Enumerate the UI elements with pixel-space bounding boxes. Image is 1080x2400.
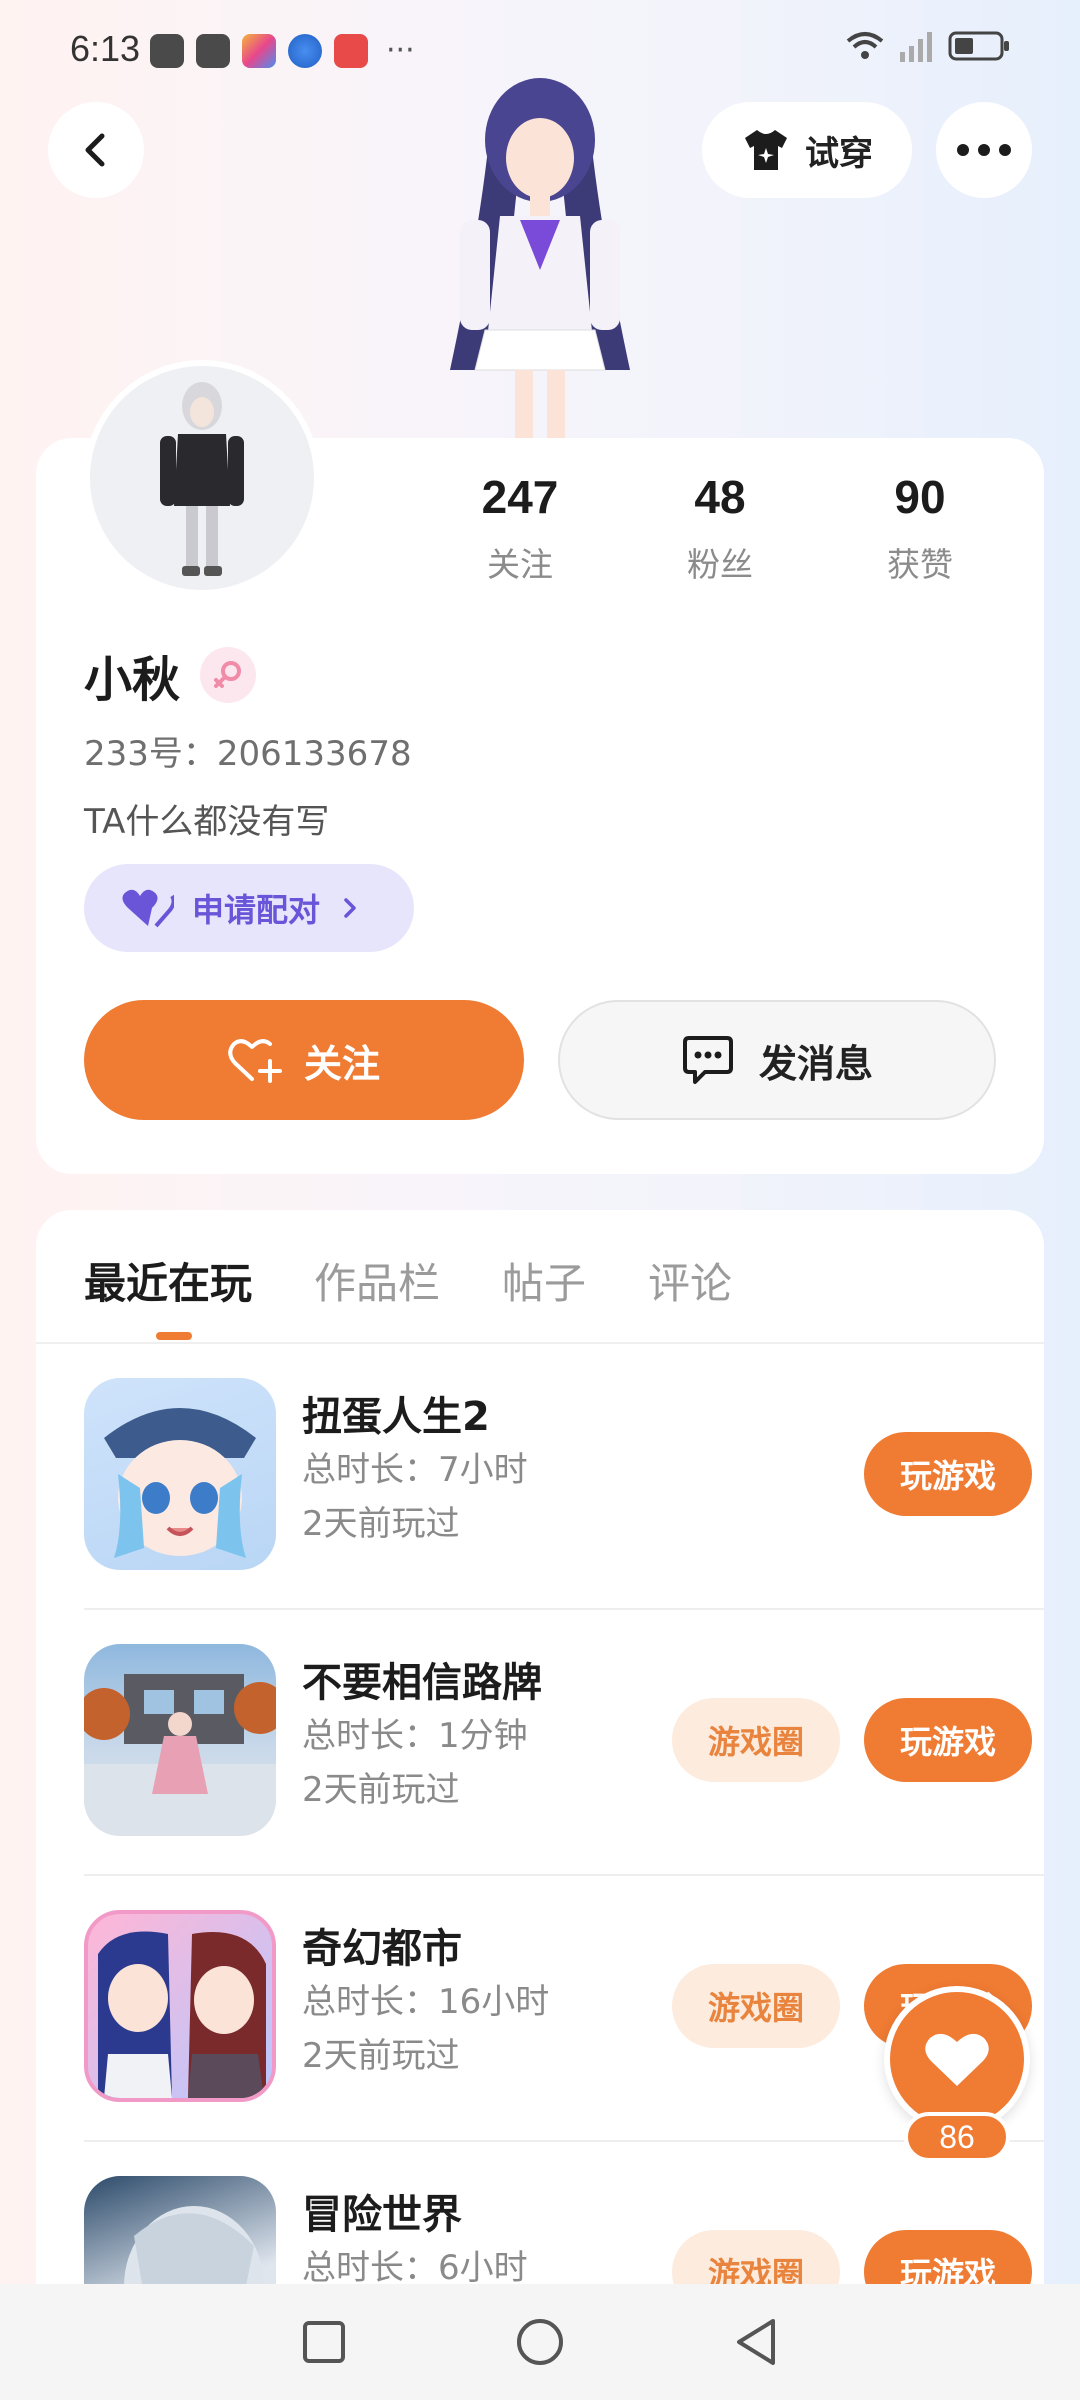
- more-options-button[interactable]: [936, 102, 1032, 198]
- back-button[interactable]: [48, 102, 144, 198]
- tab-comments[interactable]: 评论: [648, 1250, 732, 1311]
- game-name: 不要相信路牌: [302, 1660, 542, 1706]
- stat-label: 获赞: [887, 545, 953, 584]
- game-total-time: 总时长：6小时: [302, 2248, 528, 2288]
- game-icon[interactable]: [84, 1644, 276, 1836]
- game-name: 奇幻都市: [302, 1926, 462, 1972]
- follow-label: 关注: [303, 1041, 380, 1086]
- avatar-3d-figure: [390, 70, 690, 440]
- stat-value: 247: [481, 471, 559, 523]
- profile-tabs: 最近在玩 作品栏 帖子 评论: [84, 1250, 732, 1311]
- status-app-icons: ···: [150, 34, 415, 68]
- game-icon[interactable]: [84, 2176, 276, 2290]
- double-heart-icon: [122, 889, 174, 928]
- wifi-icon: [846, 32, 884, 59]
- stat-value: 48: [694, 471, 746, 523]
- female-gender-icon: [200, 647, 257, 703]
- chat-bubble-icon: [682, 1036, 733, 1084]
- active-tab-indicator: [156, 1332, 192, 1340]
- signal-icon: [900, 32, 932, 62]
- app-notification-icon: [196, 34, 230, 68]
- heart-plus-icon: [228, 1039, 282, 1083]
- game-icon[interactable]: [84, 1378, 276, 1570]
- status-more-icon: ···: [386, 33, 415, 68]
- system-nav-bar: [0, 2284, 1080, 2400]
- game-total-time: 总时长：16小时: [302, 1982, 550, 2022]
- status-indicators: [846, 30, 1010, 62]
- user-name: 小秋: [84, 652, 181, 708]
- recent-apps-icon[interactable]: [301, 2319, 347, 2365]
- send-message-button[interactable]: 发消息: [558, 1000, 996, 1120]
- game-last-played: 2天前玩过: [302, 1504, 460, 1544]
- game-circle-button[interactable]: 游戏圈: [672, 1964, 840, 2048]
- game-icon[interactable]: [84, 1910, 276, 2102]
- request-pair-button[interactable]: 申请配对: [84, 864, 414, 952]
- try-on-button[interactable]: 试穿: [702, 102, 912, 198]
- more-dots-icon: [957, 144, 1011, 156]
- tab-works[interactable]: 作品栏: [314, 1250, 440, 1311]
- play-game-button[interactable]: 玩游戏: [864, 1432, 1032, 1516]
- app-notification-icon: [150, 34, 184, 68]
- name-row: 小秋: [84, 640, 257, 710]
- game-row[interactable]: 不要相信路牌 总时长：1分钟 2天前玩过 游戏圈 玩游戏: [84, 1610, 1044, 1876]
- app-notification-icon: [288, 34, 322, 68]
- battery-icon: [948, 31, 1009, 61]
- game-circle-button[interactable]: 游戏圈: [672, 1698, 840, 1782]
- send-message-label: 发消息: [758, 1041, 873, 1086]
- activity-card: 最近在玩 作品栏 帖子 评论 扭蛋人生2 总时长：7小时 2天前玩过 玩游戏 不…: [36, 1210, 1044, 2290]
- stat-label: 粉丝: [687, 545, 753, 584]
- chevron-right-icon: [344, 898, 356, 918]
- tab-posts[interactable]: 帖子: [502, 1250, 586, 1311]
- chevron-left-icon: [85, 133, 105, 167]
- game-name: 冒险世界: [302, 2192, 462, 2238]
- profile-stats: 247 关注 48 粉丝 90 获赞: [420, 470, 1020, 586]
- tshirt-icon: [745, 130, 787, 170]
- like-floating-button[interactable]: [884, 1986, 1030, 2132]
- request-pair-label: 申请配对: [192, 891, 321, 929]
- stat-value: 90: [894, 471, 946, 523]
- like-count: 86: [904, 2112, 1010, 2162]
- stat-followers[interactable]: 48 粉丝: [620, 470, 820, 586]
- game-name: 扭蛋人生2: [302, 1394, 490, 1440]
- back-nav-icon[interactable]: [733, 2317, 779, 2367]
- app-notification-icon: [242, 34, 276, 68]
- game-last-played: 2天前玩过: [302, 1770, 460, 1810]
- stat-label: 关注: [487, 545, 553, 584]
- user-bio: TA什么都没有写: [84, 802, 330, 842]
- game-total-time: 总时长：7小时: [302, 1450, 528, 1490]
- game-row[interactable]: 扭蛋人生2 总时长：7小时 2天前玩过 玩游戏: [84, 1344, 1044, 1610]
- tab-recently-played[interactable]: 最近在玩: [84, 1250, 252, 1311]
- stat-likes[interactable]: 90 获赞: [820, 470, 1020, 586]
- app-notification-icon: [334, 34, 368, 68]
- game-last-played: 2天前玩过: [302, 2036, 460, 2076]
- home-icon[interactable]: [515, 2317, 565, 2367]
- game-row[interactable]: 冒险世界 总时长：6小时 游戏圈 玩游戏: [84, 2142, 1044, 2290]
- stat-following[interactable]: 247 关注: [420, 470, 620, 586]
- avatar[interactable]: [84, 360, 320, 596]
- status-time: 6:13: [70, 28, 141, 69]
- game-total-time: 总时长：1分钟: [302, 1716, 528, 1756]
- user-id: 233号：206133678: [84, 734, 412, 774]
- follow-button[interactable]: 关注: [84, 1000, 524, 1120]
- play-game-button[interactable]: 玩游戏: [864, 2230, 1032, 2290]
- game-circle-button[interactable]: 游戏圈: [672, 2230, 840, 2290]
- heart-icon: [925, 2033, 989, 2086]
- try-on-label: 试穿: [805, 133, 873, 174]
- play-game-button[interactable]: 玩游戏: [864, 1698, 1032, 1782]
